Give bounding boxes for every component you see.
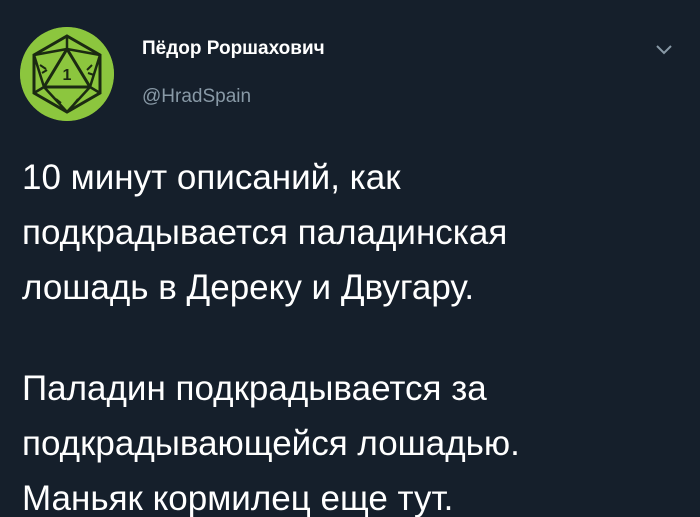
tweet-card: 1 Пёдор Роршахович @HradSpain 10 минут о… <box>0 0 700 517</box>
tweet-text: 10 минут описаний, как подкрадывается па… <box>22 150 682 517</box>
display-name[interactable]: Пёдор Роршахович <box>142 38 325 60</box>
svg-text:1: 1 <box>63 67 72 84</box>
user-handle[interactable]: @HradSpain <box>142 86 251 108</box>
tweet-paragraph: 10 минут описаний, как подкрадывается па… <box>22 158 508 307</box>
d20-dice-icon: 1 <box>20 27 114 121</box>
chevron-down-icon[interactable] <box>652 40 676 60</box>
tweet-paragraph: Паладин подкрадывается за подкрадывающей… <box>22 369 520 517</box>
avatar[interactable]: 1 <box>20 27 114 121</box>
